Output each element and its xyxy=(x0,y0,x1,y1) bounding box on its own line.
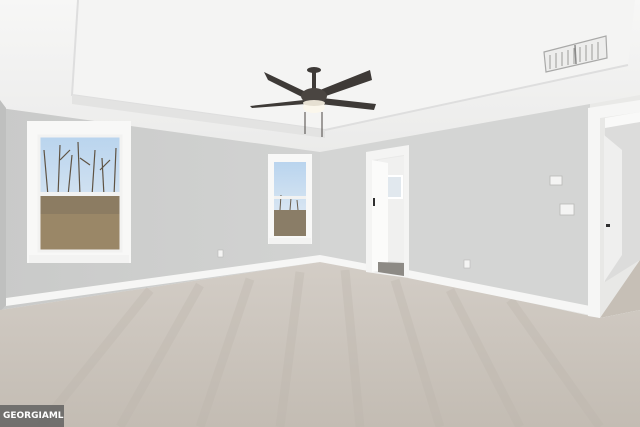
watermark-logo: GEORGIAMLS xyxy=(0,405,64,427)
thermostat xyxy=(549,175,563,186)
outlet-back xyxy=(463,259,471,269)
hallway-doorway xyxy=(588,100,640,318)
bathroom-doorway xyxy=(366,145,409,278)
room-photo: GEORGIAMLS xyxy=(0,0,640,427)
center-window xyxy=(268,154,312,244)
room-illustration xyxy=(0,0,640,427)
outlet-left xyxy=(217,249,224,258)
light-switch xyxy=(559,203,575,216)
left-edge-wall xyxy=(0,100,6,312)
left-window xyxy=(27,121,131,263)
